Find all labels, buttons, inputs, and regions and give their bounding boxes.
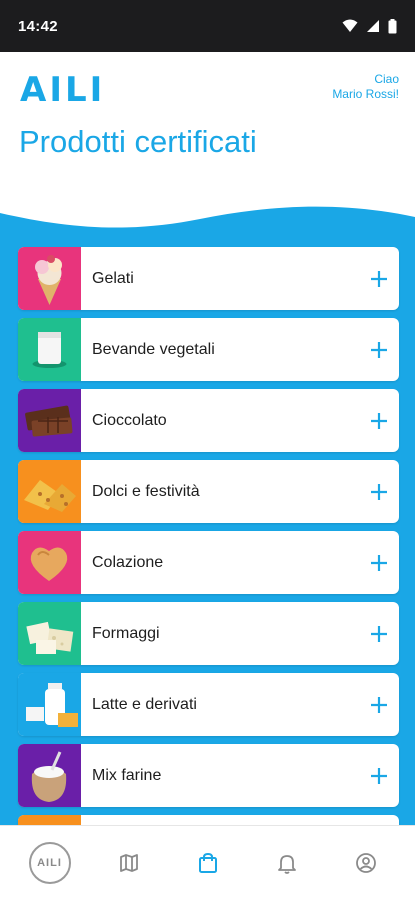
category-thumbnail (18, 318, 81, 381)
map-icon (119, 854, 138, 872)
expand-plus-icon[interactable] (359, 554, 399, 572)
greeting-line-1: Ciao (374, 72, 399, 86)
flour-sack-icon (31, 751, 67, 802)
milk-bottle-icon (26, 683, 78, 727)
category-thumbnail (18, 602, 81, 665)
expand-plus-icon[interactable] (359, 625, 399, 643)
category-thumbnail (18, 460, 81, 523)
signal-icon (367, 20, 379, 32)
bag-icon (198, 852, 217, 873)
category-label: Gelati (92, 269, 134, 287)
battery-icon (388, 18, 397, 33)
list-item[interactable]: Dolci e festività (18, 460, 399, 523)
category-label: Latte e derivati (92, 695, 197, 713)
category-label: Bevande vegetali (92, 340, 215, 358)
list-item[interactable]: Bevande vegetali (18, 318, 399, 381)
bell-icon (277, 855, 296, 874)
bottom-nav: AILI (0, 825, 415, 900)
profile-icon (355, 853, 376, 873)
nav-home[interactable]: AILI (20, 833, 80, 893)
list-item[interactable]: Gelati (18, 247, 399, 310)
biscuit-icon (30, 547, 68, 581)
category-section: Gelati Bevande vegetali Cioccolato Dolci… (0, 240, 415, 825)
nav-notifications[interactable] (257, 833, 317, 893)
status-icons (342, 18, 397, 34)
greeting-line-2: Mario Rossi! (332, 87, 399, 101)
category-label: Colazione (92, 553, 164, 571)
expand-plus-icon[interactable] (359, 341, 399, 359)
category-thumbnail (18, 815, 81, 825)
nav-profile[interactable] (336, 833, 396, 893)
ice-cream-icon (35, 255, 62, 305)
expand-plus-icon[interactable] (359, 483, 399, 501)
cheese-icon (26, 621, 74, 654)
wifi-icon (342, 19, 358, 32)
app-logo: AILI (20, 70, 106, 110)
status-bar: 14:42 (0, 0, 415, 52)
list-item[interactable]: Mix farine (18, 744, 399, 807)
nav-map[interactable] (99, 833, 159, 893)
list-item[interactable]: Colazione (18, 531, 399, 594)
expand-plus-icon[interactable] (359, 767, 399, 785)
expand-plus-icon[interactable] (359, 412, 399, 430)
page-title: Prodotti certificati (19, 124, 257, 159)
category-thumbnail (18, 744, 81, 807)
category-thumbnail (18, 531, 81, 594)
nav-products[interactable] (178, 833, 238, 893)
list-item[interactable]: Cioccolato (18, 389, 399, 452)
list-item[interactable]: Formaggi (18, 602, 399, 665)
category-label: Cioccolato (92, 411, 167, 429)
expand-plus-icon[interactable] (359, 270, 399, 288)
status-time: 14:42 (18, 17, 58, 35)
category-label: Dolci e festività (92, 482, 200, 500)
category-thumbnail (18, 247, 81, 310)
category-thumbnail (18, 389, 81, 452)
category-label: Mix farine (92, 766, 162, 784)
category-label: Formaggi (92, 624, 160, 642)
category-thumbnail (18, 673, 81, 736)
home-logo-text: AILI (37, 857, 62, 869)
user-greeting[interactable]: Ciao Mario Rossi! (332, 72, 399, 102)
expand-plus-icon[interactable] (359, 696, 399, 714)
list-item-partial[interactable] (18, 815, 399, 825)
home-icon: AILI (28, 842, 71, 884)
category-list: Gelati Bevande vegetali Cioccolato Dolci… (18, 247, 399, 825)
milk-glass-icon (32, 332, 67, 368)
list-item[interactable]: Latte e derivati (18, 673, 399, 736)
cake-icon (24, 480, 76, 512)
chocolate-icon (25, 405, 73, 437)
